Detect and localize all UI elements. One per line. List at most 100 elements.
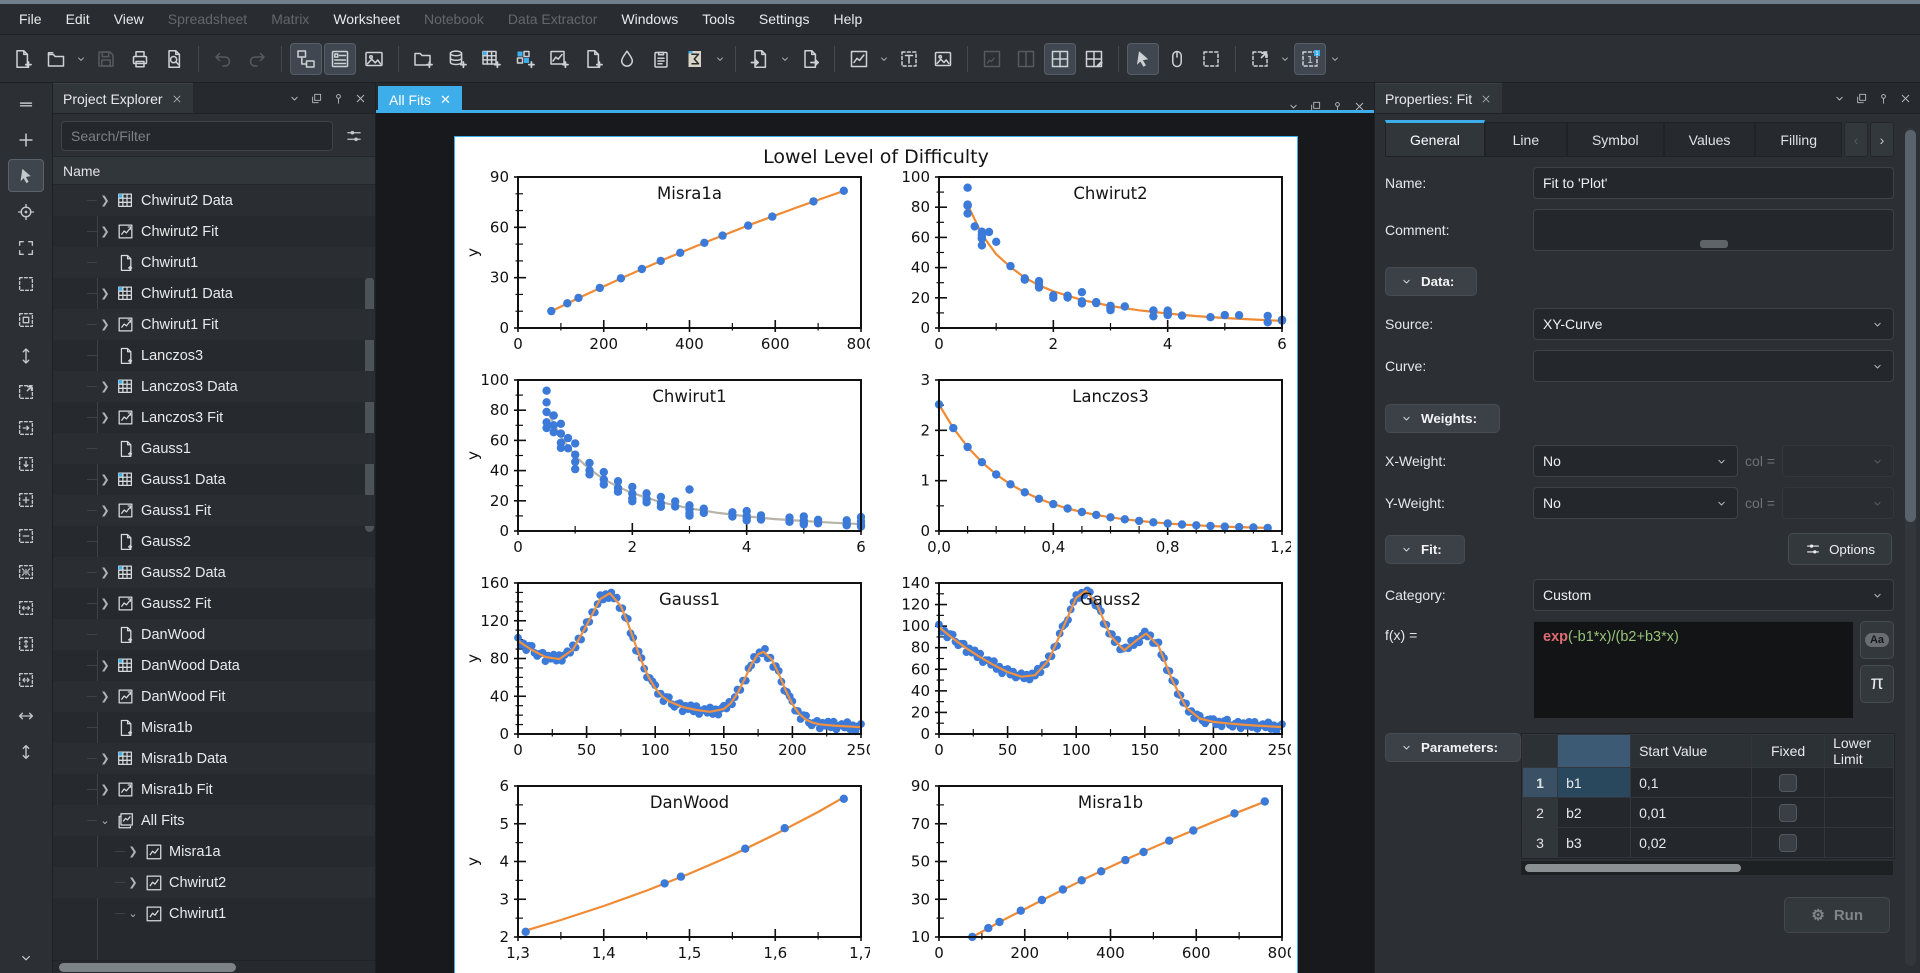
add-plot-icon[interactable] [843, 43, 875, 75]
tree-item-chwirut2-data[interactable]: ❯ Chwirut2 Data [53, 185, 375, 216]
parameters-table-scrollbar[interactable] [1521, 861, 1894, 875]
add-plot-chevron-icon[interactable] [877, 43, 891, 75]
parameters-table[interactable]: Start Value Fixed Lower Limit 1 b1 0,1 2 b2 0,01… [1521, 733, 1896, 859]
menu-settings[interactable]: Settings [748, 7, 821, 31]
export-icon[interactable] [794, 43, 826, 75]
notebook-chevron-icon[interactable] [713, 43, 727, 75]
plot-danwood[interactable]: 1,31,41,51,61,723456DanWoodyx [461, 777, 873, 973]
data-section-toggle[interactable]: Data: [1385, 267, 1478, 296]
tree-item-chwirut1[interactable]: Chwirut1 [53, 247, 375, 278]
chevron-right-icon[interactable]: ❯ [97, 225, 113, 238]
dock-menu-icon[interactable] [1833, 92, 1846, 105]
tree-item-gauss1[interactable]: Gauss1 [53, 433, 375, 464]
properties-scrollbar-thumb[interactable] [1905, 130, 1916, 522]
open-project-icon[interactable] [40, 43, 72, 75]
tree-item-all-fits[interactable]: ⌄ All Fits [53, 805, 375, 836]
tree-item-danwood[interactable]: DanWood [53, 619, 375, 650]
worksheet-select-tool[interactable] [8, 159, 44, 192]
menu-windows[interactable]: Windows [610, 7, 689, 31]
plot-cell-gauss1[interactable]: 0 50 100 150 200 250 0 40 80 120 160 Gauss1 y [461, 574, 875, 778]
tree-item-danwood-data[interactable]: ❯ DanWood Data [53, 650, 375, 681]
worksheet-canvas[interactable]: Lowel Level of Difficulty 02004006008000… [376, 113, 1374, 973]
zoom-fit-y-tool[interactable] [8, 627, 44, 660]
close-icon[interactable] [171, 93, 183, 105]
select-region-tool[interactable] [8, 231, 44, 264]
tab-all-fits[interactable]: All Fits ✕ [378, 86, 462, 113]
worksheet-page[interactable]: Lowel Level of Difficulty 02004006008000… [454, 136, 1298, 973]
new-note-icon[interactable] [577, 43, 609, 75]
chevron-right-icon[interactable]: ❯ [97, 690, 113, 703]
zoom-fit-x-tool[interactable] [8, 591, 44, 624]
plot-gauss1[interactable]: 0 50 100 150 200 250 0 40 80 120 160 Gauss1 y [461, 574, 875, 775]
parameters-section-toggle[interactable]: Parameters: [1385, 733, 1522, 762]
zoom-region-chevron-icon[interactable] [1278, 43, 1292, 75]
tab-filling[interactable]: Filling [1755, 122, 1842, 157]
navigate-mode-icon[interactable] [1161, 43, 1193, 75]
layout-break-icon[interactable] [1078, 43, 1110, 75]
add-child-button[interactable] [8, 123, 44, 156]
rail-more-chevron[interactable] [8, 941, 44, 973]
chevron-right-icon[interactable]: ❯ [125, 845, 141, 858]
dock-pin-icon[interactable] [332, 92, 345, 105]
dock-pin-icon[interactable] [1877, 92, 1890, 105]
plot-cell-danwood[interactable]: 1,31,41,51,61,723456DanWoodyx [461, 777, 873, 973]
tree-item-chwirut1-data[interactable]: ❯ Chwirut1 Data [53, 278, 375, 309]
shift-y-tool[interactable] [8, 735, 44, 768]
menu-view[interactable]: View [103, 7, 155, 31]
import-icon[interactable] [744, 43, 776, 75]
source-select[interactable]: XY-Curve [1533, 308, 1894, 340]
zoom-y-region-tool[interactable] [8, 447, 44, 480]
comment-resize-grip[interactable] [1699, 240, 1728, 248]
new-notebook-icon[interactable] [679, 43, 711, 75]
chevron-right-icon[interactable]: ❯ [97, 566, 113, 579]
tree-item-chwirut2[interactable]: ❯ Chwirut2 [53, 867, 375, 898]
plot-cell-misra1b[interactable]: 02004006008001030507090Misra1bx [882, 777, 1296, 973]
param-row-b2[interactable]: 2 b2 0,01 [1522, 797, 1895, 828]
chevron-right-icon[interactable]: ❯ [97, 783, 113, 796]
crosshair-tool[interactable] [8, 195, 44, 228]
zoom-fit-icon[interactable]: 11 [1294, 42, 1326, 75]
weights-section-toggle[interactable]: Weights: [1385, 404, 1501, 433]
close-icon[interactable] [1899, 92, 1912, 105]
insert-function-button[interactable]: Aa [1860, 621, 1894, 659]
chevron-right-icon[interactable]: ❯ [97, 411, 113, 424]
plot-gauss2[interactable]: 0 50 100 150 200 250 0 20 40 60 80 100 120 140 Gauss2 [882, 574, 1296, 775]
tree-item-misra1b-fit[interactable]: ❯ Misra1b Fit [53, 774, 375, 805]
plot-cell-gauss2[interactable]: 0 50 100 150 200 250 0 20 40 60 80 100 120 140 Gauss2 [882, 574, 1296, 778]
param-row-b3[interactable]: 3 b3 0,02 [1522, 827, 1895, 858]
new-workbook-icon[interactable] [441, 43, 473, 75]
plot-lanczos3[interactable]: 0,0 0,4 0,8 1,2 0 1 2 3 Lanczos3 [882, 371, 1293, 572]
screenshot-icon[interactable] [358, 43, 390, 75]
new-worksheet-icon[interactable] [543, 43, 575, 75]
param-row-b1[interactable]: 1 b1 0,1 [1522, 767, 1895, 798]
zoom-select-mode-icon[interactable] [1195, 43, 1227, 75]
import-chevron-icon[interactable] [778, 43, 792, 75]
tree-item-gauss2-data[interactable]: ❯ Gauss2 Data [53, 557, 375, 588]
zoom-fit-tool[interactable] [8, 555, 44, 588]
dock-menu-icon[interactable] [288, 92, 301, 105]
chevron-right-icon[interactable]: ❯ [97, 318, 113, 331]
new-datapicker-icon[interactable] [611, 43, 643, 75]
toggle-project-explorer-icon[interactable] [290, 42, 322, 75]
menu-worksheet[interactable]: Worksheet [322, 7, 411, 31]
filter-options-button[interactable] [341, 123, 367, 149]
vertical-layout-tool[interactable] [8, 339, 44, 372]
zoom-in-region-tool[interactable] [8, 375, 44, 408]
zoom-in-tool[interactable] [8, 483, 44, 516]
tree-item-chwirut2-fit[interactable]: ❯ Chwirut2 Fit [53, 216, 375, 247]
y-weight-select[interactable]: No [1533, 487, 1739, 519]
tree-item-gauss2[interactable]: Gauss2 [53, 526, 375, 557]
tree-item-misra1b-data[interactable]: ❯ Misra1b Data [53, 743, 375, 774]
chevron-right-icon[interactable]: ❯ [97, 287, 113, 300]
zoom-x-region-tool[interactable] [8, 411, 44, 444]
shift-view-tool[interactable] [8, 663, 44, 696]
chevron-down-icon[interactable]: ⌄ [125, 907, 141, 920]
tree-item-chwirut1-fit[interactable]: ❯ Chwirut1 Fit [53, 309, 375, 340]
select-mode-icon[interactable] [1127, 42, 1159, 75]
tree-item-misra1a[interactable]: ❯ Misra1a [53, 836, 375, 867]
plot-cell-lanczos3[interactable]: 0,0 0,4 0,8 1,2 0 1 2 3 Lanczos3 [882, 371, 1293, 575]
tree-item-danwood-fit[interactable]: ❯ DanWood Fit [53, 681, 375, 712]
tree-item-lanczos3[interactable]: Lanczos3 [53, 340, 375, 371]
fit-section-toggle[interactable]: Fit: [1385, 534, 1465, 564]
tree-item-gauss1-fit[interactable]: ❯ Gauss1 Fit [53, 495, 375, 526]
